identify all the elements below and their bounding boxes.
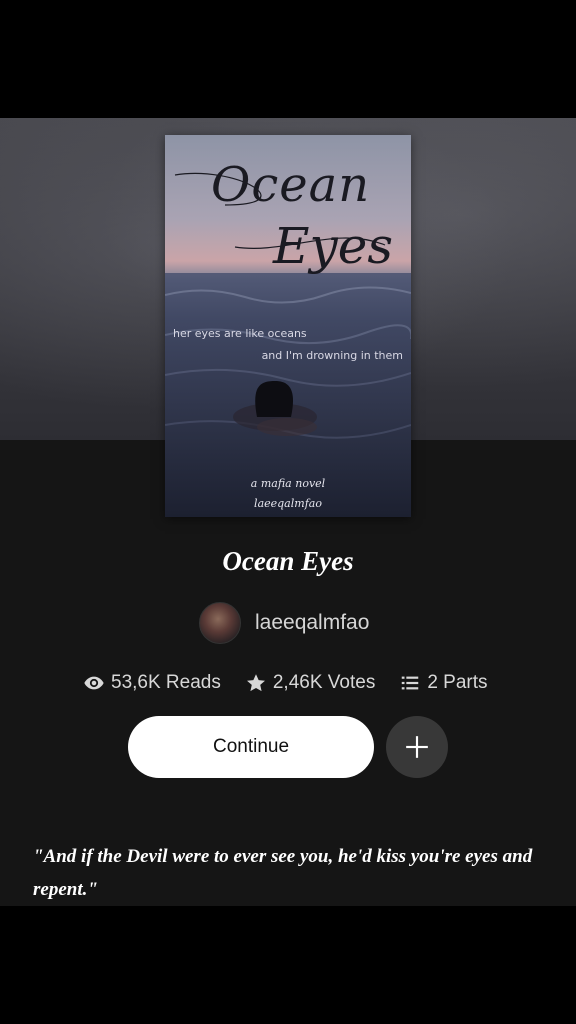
add-to-library-button[interactable] <box>386 716 448 778</box>
parts-count[interactable]: 2 Parts <box>427 672 487 694</box>
plus-icon <box>406 736 428 758</box>
cover-tagline-2: and I'm drowning in them <box>261 349 403 362</box>
continue-button[interactable]: Continue <box>128 716 374 778</box>
cover-title-line-2: Eyes <box>273 217 393 275</box>
cover-subtitle: a mafia novel <box>250 477 326 490</box>
story-title: Ocean Eyes <box>222 546 354 576</box>
list-icon <box>402 676 419 690</box>
author-link[interactable]: laeeqalmfao <box>199 602 369 644</box>
cover-tagline-1: her eyes are like oceans <box>173 327 307 340</box>
avatar[interactable] <box>199 602 241 644</box>
votes-stat: 2,46K Votes <box>245 672 375 694</box>
cover-author: laeeqalmfao <box>254 497 322 510</box>
story-details-screen: Ocean Eyes her eyes are like oceans and … <box>0 118 576 906</box>
book-cover[interactable]: Ocean Eyes her eyes are like oceans and … <box>165 135 411 517</box>
eye-icon <box>84 676 104 690</box>
author-name[interactable]: laeeqalmfao <box>255 611 369 635</box>
reads-stat: 53,6K Reads <box>83 672 221 694</box>
story-description: "And if the Devil were to ever see you, … <box>33 846 533 900</box>
story-stats: 53,6K Reads 2,46K Votes 2 Parts <box>83 670 488 696</box>
votes-count: 2,46K Votes <box>272 672 376 693</box>
parts-stat[interactable]: 2 Parts <box>399 672 488 694</box>
reads-count: 53,6K Reads <box>111 672 221 693</box>
star-icon <box>246 674 265 692</box>
cover-title-line-1: Ocean <box>211 157 371 213</box>
